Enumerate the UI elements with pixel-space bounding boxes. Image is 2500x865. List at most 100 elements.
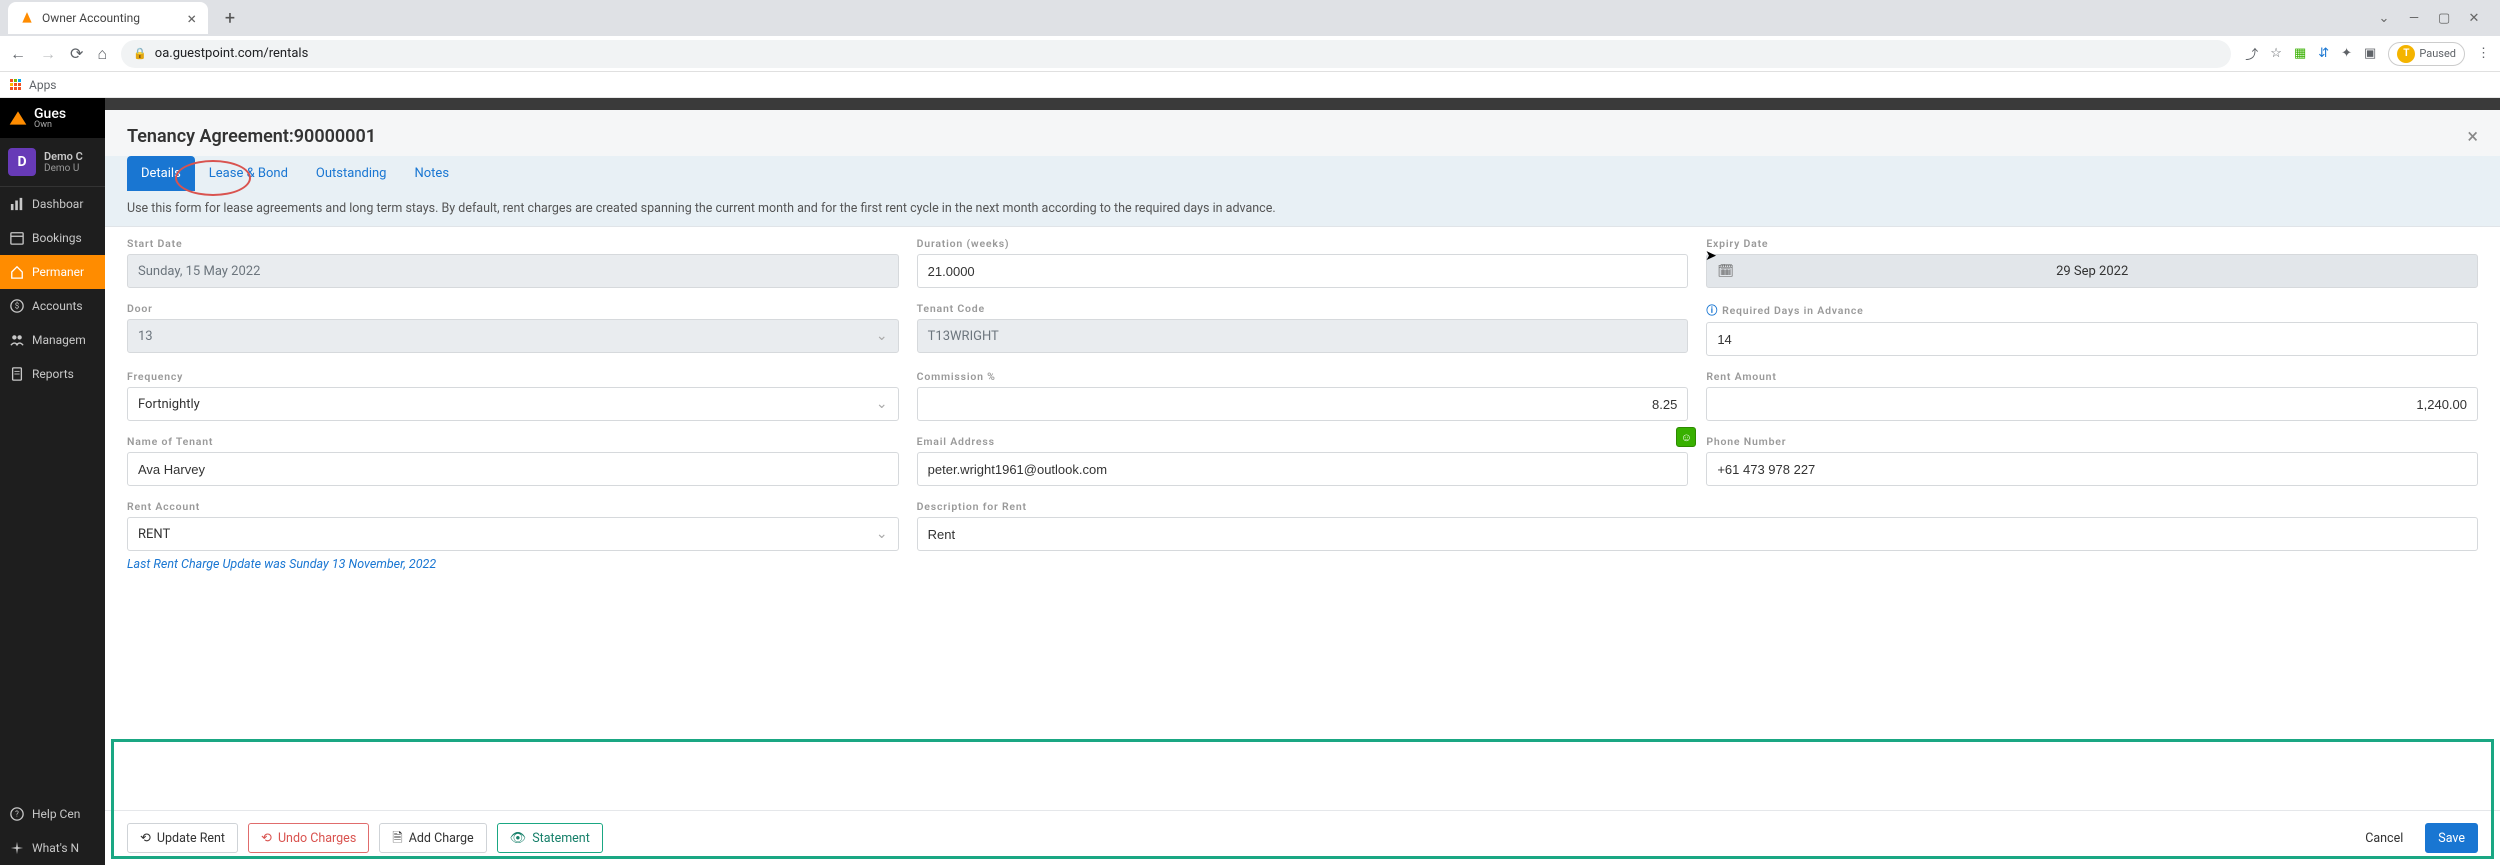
tenancy-panel: Tenancy Agreement:90000001 × Details Lea… [105,110,2500,865]
maximize-icon[interactable]: ▢ [2438,11,2450,26]
expiry-input[interactable]: 🗓 29 Sep 2022 [1706,254,2478,288]
svg-text:?: ? [15,810,19,819]
sidebar-item-label: Dashboar [32,197,83,211]
sidebar-logo[interactable]: Gues Own [0,98,105,138]
tab-details[interactable]: Details [127,156,195,191]
ext1-icon[interactable]: ▦ [2294,46,2306,61]
browser-tab[interactable]: Owner Accounting × [8,2,208,34]
frequency-label: Frequency [127,370,899,383]
sidebar-item-bookings[interactable]: Bookings [0,221,105,255]
sidebar-item-label: Permaner [32,265,84,279]
apps-grid-icon[interactable] [10,79,21,90]
calendar-icon: 🗓 [1717,264,1734,279]
eye-icon: 👁 [510,832,527,845]
forward-icon[interactable]: → [40,44,56,64]
req-days-input[interactable] [1706,322,2478,356]
tab-lease-bond[interactable]: Lease & Bond [195,156,302,191]
sidebar-item-reports[interactable]: Reports [0,357,105,391]
bookmarks-apps-label[interactable]: Apps [29,78,57,92]
field-rent-amount: Rent Amount [1706,370,2478,421]
back-icon[interactable]: ← [10,44,26,64]
field-phone: Phone Number [1706,435,2478,486]
svg-text:$: $ [15,302,19,311]
sidebar-item-permanents[interactable]: Permaner [0,255,105,289]
url-text: oa.guestpoint.com/rentals [155,46,309,61]
new-tab-button[interactable]: + [216,4,244,32]
profile-chip[interactable]: T Paused [2388,42,2465,66]
lock-icon: 🔒 [133,47,147,60]
statement-button[interactable]: 👁Statement [497,823,603,853]
commission-label: Commission % [917,370,1689,383]
tab-favicon [20,11,34,25]
extensions-icon[interactable]: ✦ [2341,46,2352,61]
star-icon[interactable]: ☆ [2270,46,2282,61]
desc-input[interactable] [917,517,2478,551]
close-panel-icon[interactable]: × [2467,124,2478,148]
add-charge-button[interactable]: 🗎Add Charge [379,823,486,853]
kebab-icon[interactable]: ⋮ [2477,46,2490,61]
duration-input[interactable] [917,254,1689,288]
sidebar-item-management[interactable]: Managem [0,323,105,357]
ext2-icon[interactable]: ⇵ [2318,46,2329,61]
tab-outstanding[interactable]: Outstanding [302,156,401,191]
users-icon [10,333,24,347]
field-req-days: ⓘRequired Days in Advance [1706,302,2478,356]
tenant-code-input: T13WRIGHT [917,319,1689,353]
url-bar[interactable]: 🔒 oa.guestpoint.com/rentals [121,40,2231,68]
phone-input[interactable] [1706,452,2478,486]
door-select[interactable]: 13 [127,319,899,353]
info-icon: ⓘ [1706,304,1718,317]
sidebar-profile[interactable]: D Demo C Demo U [0,138,105,187]
share-icon[interactable]: ⤴ [2245,44,2258,63]
sidebar-item-whatsnew[interactable]: What's N [0,831,105,865]
document-icon [10,367,24,381]
rent-amount-input[interactable] [1706,387,2478,421]
commission-input[interactable] [917,387,1689,421]
home-icon[interactable]: ⌂ [97,44,107,64]
close-icon[interactable]: × [187,9,196,28]
rent-account-select[interactable]: RENT [127,517,899,551]
profile-org: Demo U [44,163,83,174]
panel-title: Tenancy Agreement:90000001 [127,126,376,147]
sidebar-item-dashboard[interactable]: Dashboar [0,187,105,221]
phone-label: Phone Number [1706,435,2478,448]
update-rent-button[interactable]: ⟲Update Rent [127,823,238,853]
tab-title: Owner Accounting [42,11,140,25]
tenant-name-label: Name of Tenant [127,435,899,448]
help-icon: ? [10,807,24,821]
window-icon[interactable]: ▣ [2364,46,2376,61]
dollar-icon: $ [10,299,24,313]
paused-label: Paused [2419,47,2456,60]
profile-name: Demo C [44,150,83,163]
rent-account-label: Rent Account [127,500,899,513]
add-document-icon: 🗎 [392,832,402,845]
field-description: Description for Rent [917,500,2478,551]
field-tenant-name: Name of Tenant [127,435,899,486]
window-down-icon[interactable]: ⌄ [2378,11,2390,26]
brand-icon [8,108,28,128]
panel-footer: ⟲Update Rent ⟲Undo Charges 🗎Add Charge 👁… [105,810,2500,865]
cancel-button[interactable]: Cancel [2353,823,2415,853]
tenant-name-input[interactable] [127,452,899,486]
tab-notes[interactable]: Notes [400,156,463,191]
undo-icon: ⟲ [261,832,272,845]
undo-charges-button[interactable]: ⟲Undo Charges [248,823,369,853]
frequency-select[interactable]: Fortnightly [127,387,899,421]
calendar-icon [10,231,24,245]
minimize-icon[interactable]: ― [2408,11,2420,26]
field-commission: Commission % [917,370,1689,421]
email-label: Email Address [917,435,1689,448]
sidebar-item-label: What's N [32,841,79,855]
field-rent-account: Rent Account RENT [127,500,899,551]
field-expiry: Expiry Date 🗓 29 Sep 2022 [1706,237,2478,288]
sidebar-item-accounts[interactable]: $ Accounts [0,289,105,323]
expiry-label: Expiry Date [1706,237,2478,250]
reload-icon[interactable]: ⟳ [70,44,83,63]
email-input[interactable] [917,452,1689,486]
sidebar-item-label: Reports [32,367,74,381]
close-window-icon[interactable]: ✕ [2468,11,2480,26]
start-date-label: Start Date [127,237,899,250]
sidebar-item-help[interactable]: ? Help Cen [0,797,105,831]
save-button[interactable]: Save [2425,823,2478,853]
browser-chrome: Owner Accounting × + ⌄ ― ▢ ✕ ← → ⟳ ⌂ 🔒 o… [0,0,2500,98]
